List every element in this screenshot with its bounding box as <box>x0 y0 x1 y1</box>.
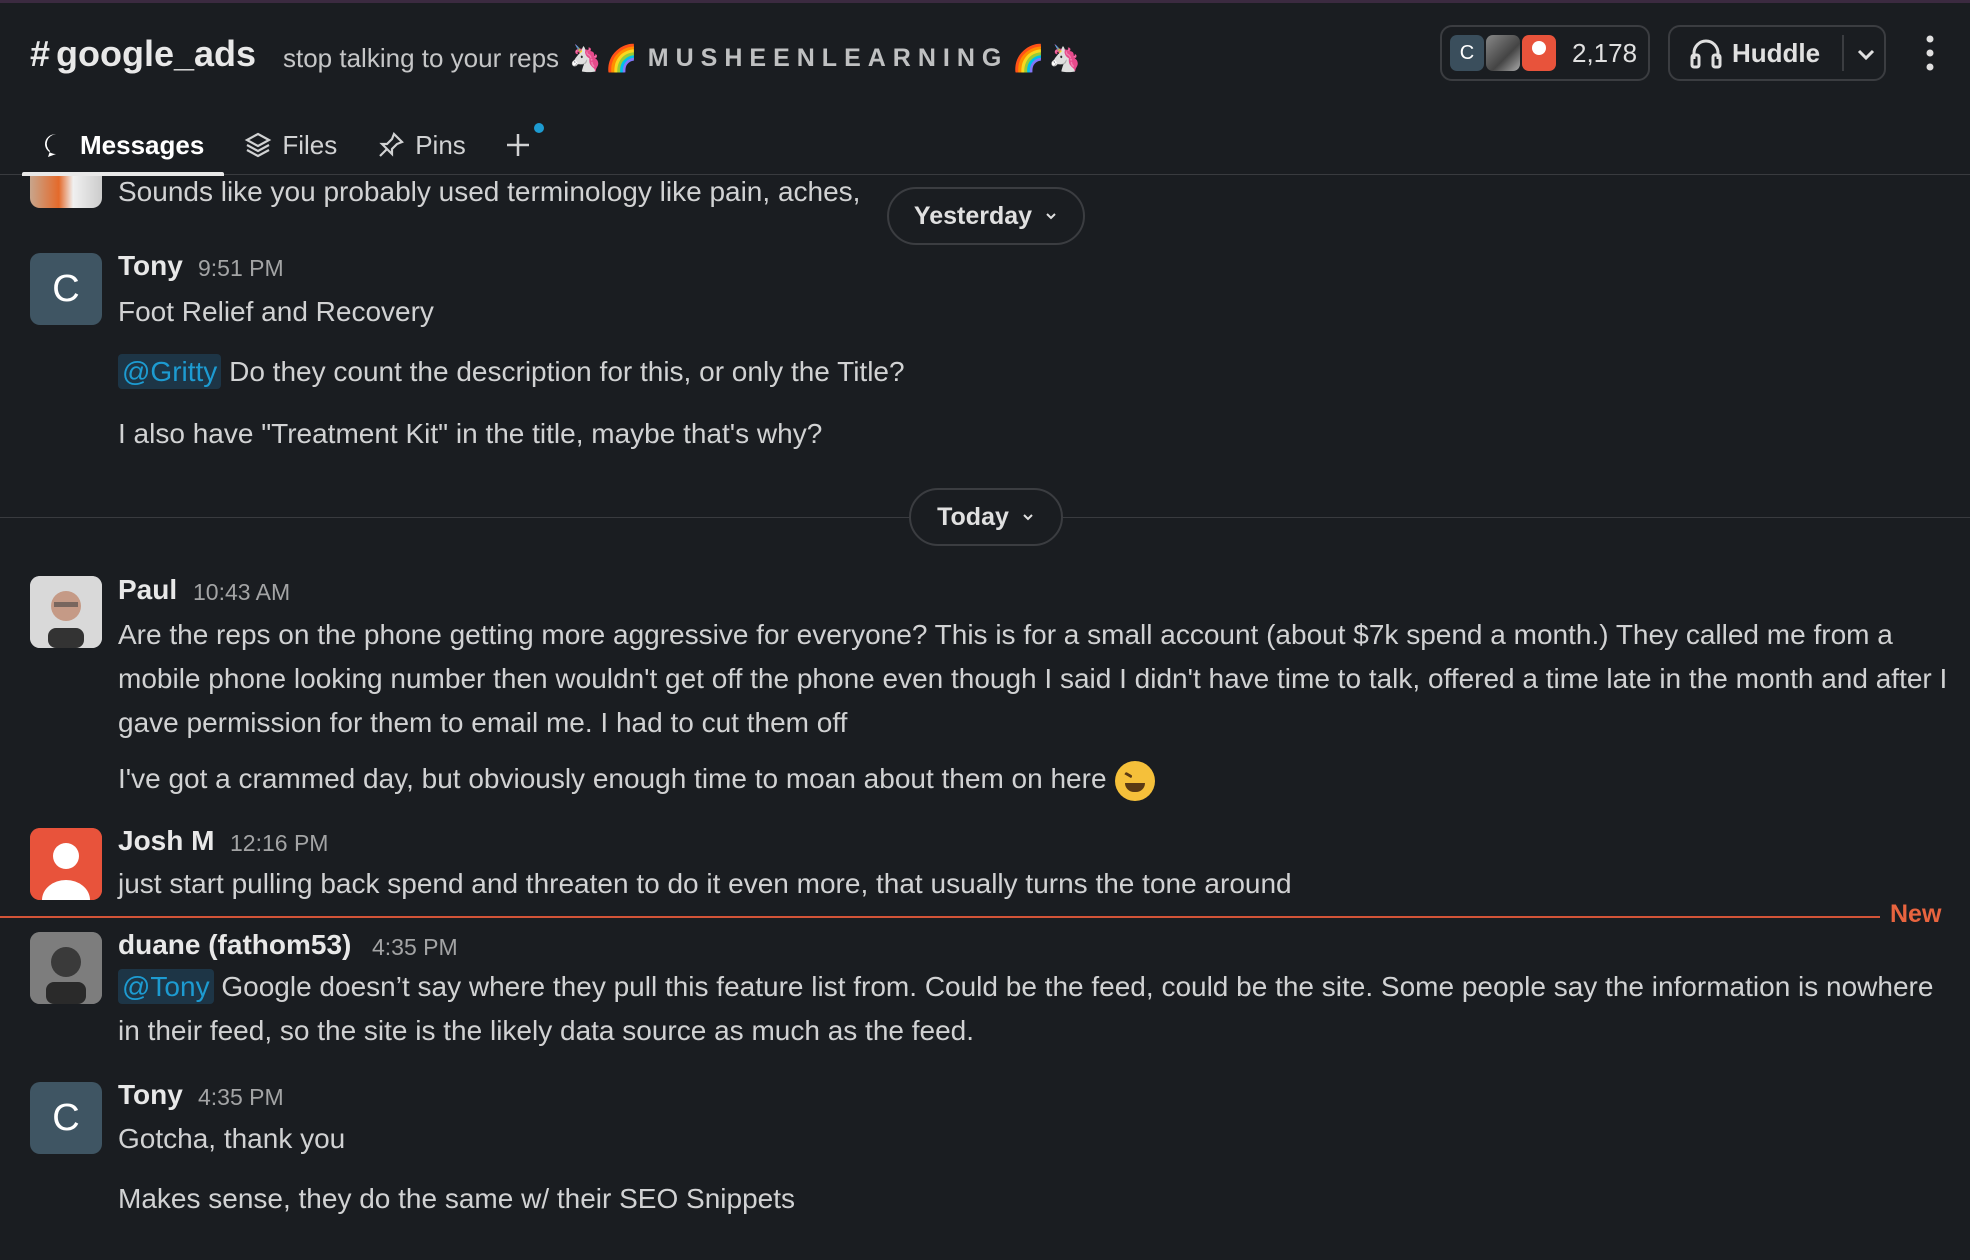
unicorn-icon: 🦄 <box>1048 43 1082 73</box>
avatar[interactable] <box>30 176 102 208</box>
chevron-down-icon <box>1023 514 1033 521</box>
laughing-emoji-icon <box>1114 760 1155 801</box>
message-text: Sounds like you probably used terminolog… <box>118 176 861 207</box>
member-avatar <box>1522 35 1556 71</box>
channel-name: google_ads <box>56 33 257 74</box>
hash-icon: # <box>30 33 51 74</box>
add-tab-button[interactable] <box>486 115 550 175</box>
tab-label: Pins <box>415 129 466 160</box>
new-messages-label: New <box>1890 900 1942 928</box>
message-text: I also have "Treatment Kit" in the title… <box>118 418 823 449</box>
person-photo-icon <box>30 576 102 648</box>
date-label: Yesterday <box>913 201 1033 230</box>
avatar[interactable] <box>30 932 102 1004</box>
member-count: 2,178 <box>1572 37 1638 68</box>
message-line: @Tony Google doesn’t say where they pull… <box>118 965 1948 1053</box>
notification-dot <box>533 123 544 133</box>
channel-header: # google_ads stop talking to your reps 🦄… <box>0 3 1970 176</box>
timestamp[interactable]: 4:35 PM <box>372 934 458 961</box>
member-avatar: C <box>1450 35 1484 71</box>
new-messages-divider <box>0 916 1880 918</box>
message-text: Are the reps on the phone getting more a… <box>118 619 1948 738</box>
message-list: Sounds like you probably used terminolog… <box>0 176 1970 1260</box>
rainbow-icon: 🌈 <box>1012 43 1045 73</box>
message-line: @Gritty Do they count the description fo… <box>118 350 905 394</box>
person-photo-icon <box>30 932 102 1004</box>
date-divider-yesterday[interactable]: Yesterday <box>887 187 1085 245</box>
avatar[interactable]: C <box>30 253 102 325</box>
user-mention[interactable]: @Tony <box>118 969 214 1004</box>
huddle-label: Huddle <box>1732 37 1821 68</box>
huddle-button[interactable]: Huddle <box>1668 25 1886 81</box>
plus-icon <box>506 134 529 156</box>
default-user-icon <box>30 828 102 900</box>
message-text: Makes sense, they do the same w/ their S… <box>118 1183 796 1214</box>
timestamp[interactable]: 10:43 AM <box>193 579 290 606</box>
date-divider-today[interactable]: Today <box>909 488 1063 546</box>
author-name[interactable]: Paul <box>118 574 177 606</box>
author-name[interactable]: Tony <box>118 250 183 282</box>
tab-files[interactable]: Files <box>224 115 357 175</box>
author-name[interactable]: Josh M <box>118 825 214 857</box>
author-name[interactable]: Tony <box>118 1079 183 1111</box>
layers-icon <box>245 132 272 158</box>
avatar[interactable] <box>30 828 102 900</box>
avatar[interactable] <box>30 576 102 648</box>
message-text: just start pulling back spend and threat… <box>118 868 1292 899</box>
timestamp[interactable]: 9:51 PM <box>198 255 284 282</box>
member-avatar <box>1486 35 1520 71</box>
channel-tabs: Messages Files Pins <box>22 115 550 176</box>
channel-title[interactable]: # google_ads <box>30 33 256 75</box>
tab-messages[interactable]: Messages <box>22 115 225 176</box>
tab-label: Messages <box>80 129 205 160</box>
rainbow-icon: 🌈 <box>605 43 638 73</box>
date-label: Today <box>937 502 1009 531</box>
unicorn-icon: 🦄 <box>569 43 602 73</box>
tab-pins[interactable]: Pins <box>357 115 486 175</box>
author-name[interactable]: duane (fathom53) <box>118 929 351 961</box>
message-bubble-icon <box>45 134 56 157</box>
huddle-divider <box>1842 35 1844 71</box>
message-text: Gotcha, thank you <box>118 1123 346 1154</box>
topic-text: stop talking to your reps <box>283 43 560 73</box>
chevron-down-icon <box>1046 213 1056 220</box>
member-count-button[interactable]: C 2,178 <box>1440 25 1650 81</box>
tab-label: Files <box>282 129 338 160</box>
chevron-down-icon[interactable] <box>1852 41 1880 69</box>
headphones-icon <box>1690 39 1722 69</box>
pin-icon <box>379 132 405 157</box>
timestamp[interactable]: 4:35 PM <box>198 1084 284 1111</box>
message-text: Foot Relief and Recovery <box>118 296 434 327</box>
message-text: Do they count the description for this, … <box>229 356 905 387</box>
timestamp[interactable]: 12:16 PM <box>230 830 328 857</box>
message-text: Google doesn’t say where they pull this … <box>118 971 1934 1046</box>
more-options-icon[interactable] <box>1912 31 1948 75</box>
message-text: I've got a crammed day, but obviously en… <box>118 763 1107 794</box>
channel-topic[interactable]: stop talking to your reps 🦄 🌈 MUSHEENLEA… <box>283 43 1081 74</box>
topic-decoration: MUSHEENLEARNING <box>647 44 1009 72</box>
avatar[interactable]: C <box>30 1082 102 1154</box>
message-line: I've got a crammed day, but obviously en… <box>118 757 1155 801</box>
user-mention[interactable]: @Gritty <box>118 354 222 389</box>
